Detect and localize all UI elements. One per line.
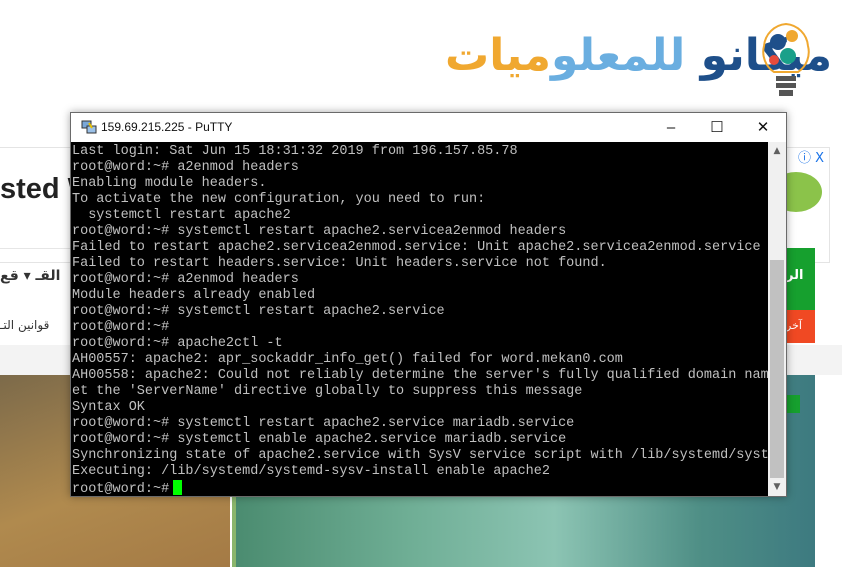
terminal-line: root@word:~# a2enmod headers (72, 160, 299, 175)
minimize-button[interactable]: – (648, 113, 694, 142)
scroll-down-icon[interactable]: ▼ (768, 482, 786, 492)
terminal-line: systemctl restart apache2 (72, 208, 291, 223)
maximize-button[interactable]: ☐ (694, 113, 740, 142)
terminal-cursor (173, 480, 183, 495)
prompt: root@word:~# (72, 482, 170, 496)
terminal-line: root@word:~# (72, 320, 170, 335)
latest-news-tab[interactable]: آخر (786, 310, 815, 343)
info-icon[interactable]: ⓘ (798, 151, 811, 166)
terminal-line: Executing: /lib/systemd/systemd-sysv-ins… (72, 464, 550, 479)
nav-green-tab[interactable]: الر (786, 248, 815, 310)
terminal-line: AH00557: apache2: apr_sockaddr_info_get(… (72, 352, 623, 367)
terminal-line: root@word:~# systemctl restart apache2.s… (72, 416, 575, 431)
ad-info-close[interactable]: ⓘ X (798, 147, 824, 166)
window-title: 159.69.215.225 - PuTTY (101, 120, 233, 134)
terminal-line: Synchronizing state of apache2.service w… (72, 448, 768, 463)
putty-app-icon (81, 120, 97, 134)
terminal-line: root@word:~# systemctl restart apache2.s… (72, 304, 445, 319)
terminal-line: Last login: Sat Jun 15 18:31:32 2019 fro… (72, 144, 518, 159)
terminal-line: root@word:~# apache2ctl -t (72, 336, 283, 351)
close-button[interactable]: ✕ (740, 113, 786, 142)
putty-window[interactable]: 159.69.215.225 - PuTTY – ☐ ✕ Last login:… (70, 112, 787, 497)
news-ticker-item[interactable]: قوانين التـ (0, 318, 49, 332)
vertical-scrollbar[interactable]: ▲ ▼ (768, 142, 786, 496)
category-badge[interactable] (786, 395, 800, 413)
terminal-line: AH00558: apache2: Could not reliably det… (72, 368, 768, 383)
terminal-output[interactable]: Last login: Sat Jun 15 18:31:32 2019 fro… (71, 142, 768, 496)
terminal-line: Module headers already enabled (72, 288, 316, 303)
terminal-line: Enabling module headers. (72, 176, 267, 191)
terminal-line: Failed to restart headers.service: Unit … (72, 256, 607, 271)
terminal-line: root@word:~# systemctl restart apache2.s… (72, 224, 567, 239)
nav-menu-item[interactable]: القـ ▾ قع (0, 268, 60, 284)
logo-word-2: للمعلو (550, 30, 686, 81)
ad-close-icon[interactable]: X (815, 151, 824, 166)
lightbulb-gears-logo-icon (762, 22, 810, 96)
title-bar[interactable]: 159.69.215.225 - PuTTY – ☐ ✕ (71, 113, 786, 142)
terminal-line: Failed to restart apache2.servicea2enmod… (72, 240, 768, 255)
terminal-line: et the 'ServerName' directive globally t… (72, 384, 583, 399)
terminal-line: root@word:~# a2enmod headers (72, 272, 299, 287)
terminal-line: Syntax OK (72, 400, 145, 415)
terminal-line: To activate the new configuration, you n… (72, 192, 486, 207)
scroll-up-icon[interactable]: ▲ (768, 146, 786, 156)
logo-word-3: ميات (445, 30, 552, 81)
scrollbar-thumb[interactable] (770, 260, 784, 478)
terminal-line: root@word:~# systemctl enable apache2.se… (72, 432, 567, 447)
terminal-prompt-line[interactable]: root@word:~# (72, 480, 768, 496)
